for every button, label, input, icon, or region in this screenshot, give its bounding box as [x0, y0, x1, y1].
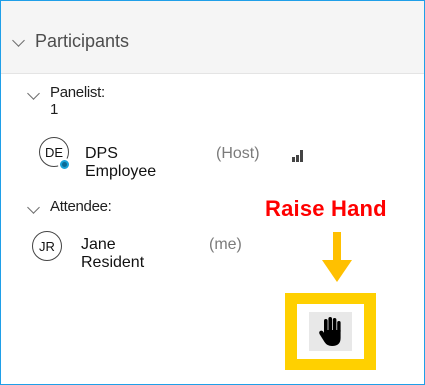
avatar-initials: DE: [44, 144, 64, 160]
chevron-down-icon[interactable]: [12, 34, 25, 47]
raise-hand-button[interactable]: [309, 312, 352, 351]
participant-role: (Host): [216, 145, 260, 162]
panelist-section-label: Panelist: 1: [50, 84, 105, 118]
participant-name: Jane Resident: [81, 236, 145, 271]
audio-level-icon: [292, 150, 306, 162]
participant-name: DPS Employee: [85, 145, 157, 180]
raise-hand-icon: [318, 316, 341, 346]
participant-role: (me): [209, 236, 242, 253]
panel-title: Participants: [35, 31, 130, 51]
attendee-section-label: Attendee:: [50, 198, 112, 215]
avatar: JR: [32, 231, 62, 261]
avatar-initials: JR: [39, 238, 55, 254]
raise-hand-container: [297, 304, 364, 359]
arrow-down-icon: [322, 232, 352, 282]
presence-badge-icon: [58, 158, 71, 171]
participants-header[interactable]: Participants: [1, 1, 424, 74]
raise-hand-annotation: Raise Hand: [265, 196, 387, 221]
raise-hand-highlight: [285, 293, 376, 370]
